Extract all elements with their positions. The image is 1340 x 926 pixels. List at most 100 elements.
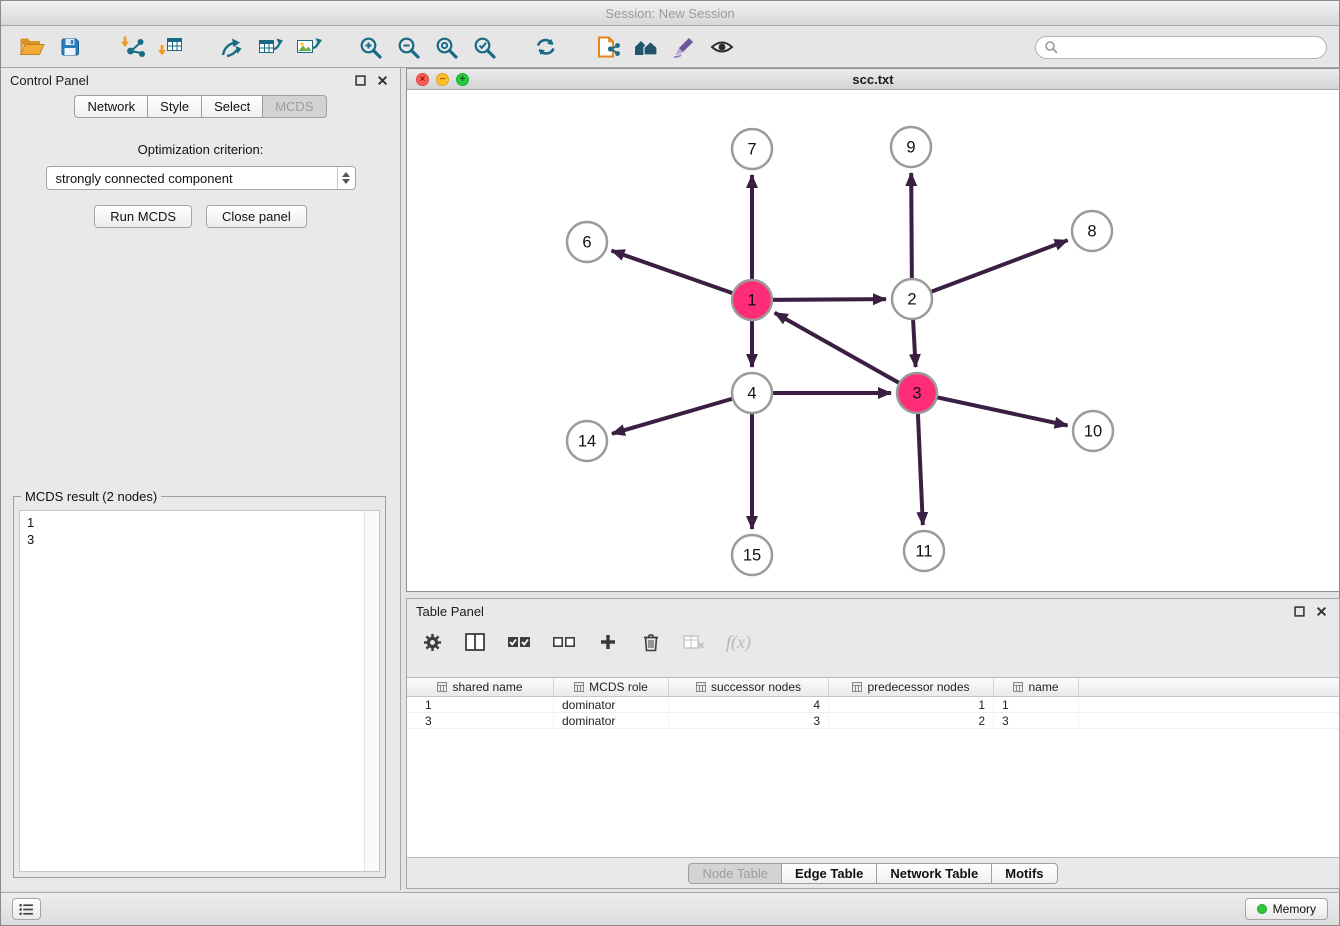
result-scrollbar[interactable] bbox=[364, 511, 379, 871]
network-graph[interactable]: 7 9 6 8 1 2 4 3 14 10 15 11 bbox=[407, 91, 1339, 591]
table-cell: 3 bbox=[407, 713, 554, 728]
node-table: shared nameMCDS rolesuccessor nodesprede… bbox=[407, 677, 1339, 858]
edge-3-10[interactable] bbox=[917, 393, 1068, 426]
float-icon bbox=[1294, 606, 1305, 617]
zoom-selected-button[interactable] bbox=[465, 31, 503, 63]
columns-icon bbox=[465, 633, 485, 651]
node-1[interactable]: 1 bbox=[732, 280, 772, 320]
tab-network-table[interactable]: Network Table bbox=[876, 863, 991, 884]
node-3[interactable]: 3 bbox=[897, 373, 937, 413]
open-folder-icon bbox=[19, 36, 45, 58]
network-canvas[interactable]: 7 9 6 8 1 2 4 3 14 10 15 11 bbox=[407, 91, 1339, 591]
column-grid-icon bbox=[852, 682, 862, 692]
table-close-panel-button[interactable] bbox=[1313, 603, 1330, 619]
column-grid-icon bbox=[696, 682, 706, 692]
delete-column-button[interactable] bbox=[640, 630, 662, 654]
show-hide-button[interactable] bbox=[703, 31, 741, 63]
mcds-result-lines: 13 bbox=[20, 511, 364, 871]
search-box[interactable] bbox=[1035, 36, 1327, 59]
node-15[interactable]: 15 bbox=[732, 535, 772, 575]
zoom-window-button[interactable]: + bbox=[456, 73, 469, 86]
network-window-titlebar[interactable]: × − + scc.txt bbox=[407, 69, 1339, 90]
column-header-shared-name[interactable]: shared name bbox=[407, 678, 554, 696]
export-group bbox=[213, 31, 327, 63]
save-icon bbox=[59, 36, 81, 58]
table-header-row: shared nameMCDS rolesuccessor nodesprede… bbox=[407, 678, 1339, 697]
clear-selection-button[interactable] bbox=[552, 630, 576, 654]
close-icon bbox=[1316, 606, 1327, 617]
tab-motifs[interactable]: Motifs bbox=[991, 863, 1057, 884]
delete-table-icon bbox=[683, 634, 705, 650]
search-input[interactable] bbox=[1063, 40, 1318, 55]
close-window-button[interactable]: × bbox=[416, 73, 429, 86]
edge-2-8[interactable] bbox=[912, 240, 1068, 299]
export-table-icon bbox=[257, 35, 284, 59]
import-table-button[interactable] bbox=[151, 31, 189, 63]
column-grid-icon bbox=[1013, 682, 1023, 692]
run-mcds-button[interactable]: Run MCDS bbox=[94, 205, 192, 228]
first-neighbors-button[interactable] bbox=[627, 31, 665, 63]
tab-edge-table[interactable]: Edge Table bbox=[781, 863, 876, 884]
column-header-successor-nodes[interactable]: successor nodes bbox=[669, 678, 829, 696]
criterion-value: strongly connected component bbox=[56, 171, 233, 186]
tab-mcds[interactable]: MCDS bbox=[262, 95, 326, 118]
export-document-button[interactable] bbox=[589, 31, 627, 63]
import-network-button[interactable] bbox=[113, 31, 151, 63]
zoom-fit-button[interactable] bbox=[427, 31, 465, 63]
show-columns-button[interactable] bbox=[464, 630, 486, 654]
svg-text:8: 8 bbox=[1087, 223, 1096, 241]
node-8[interactable]: 8 bbox=[1072, 211, 1112, 251]
annotations-button[interactable] bbox=[665, 31, 703, 63]
column-header-name[interactable]: name bbox=[994, 678, 1079, 696]
edge-1-6[interactable] bbox=[612, 251, 752, 300]
task-history-button[interactable] bbox=[12, 898, 41, 920]
svg-text:14: 14 bbox=[578, 433, 596, 451]
node-6[interactable]: 6 bbox=[567, 222, 607, 262]
network-window: × − + scc.txt 7 9 6 8 1 2 4 3 14 10 15 11 bbox=[406, 68, 1340, 592]
table-float-panel-button[interactable] bbox=[1291, 603, 1308, 619]
table-settings-button[interactable] bbox=[421, 630, 443, 654]
node-11[interactable]: 11 bbox=[904, 531, 944, 571]
zoom-out-button[interactable] bbox=[389, 31, 427, 63]
tab-style[interactable]: Style bbox=[147, 95, 201, 118]
close-panel-action-button[interactable]: Close panel bbox=[206, 205, 307, 228]
tab-node-table[interactable]: Node Table bbox=[688, 863, 781, 884]
function-builder-button[interactable]: f(x) bbox=[726, 630, 751, 654]
node-4[interactable]: 4 bbox=[732, 373, 772, 413]
memory-button[interactable]: Memory bbox=[1245, 898, 1328, 920]
tab-select[interactable]: Select bbox=[201, 95, 262, 118]
delete-table-button[interactable] bbox=[683, 630, 705, 654]
refresh-button[interactable] bbox=[527, 31, 565, 63]
criterion-dropdown[interactable]: strongly connected component bbox=[46, 166, 356, 190]
import-table-icon bbox=[157, 35, 184, 59]
tab-network[interactable]: Network bbox=[74, 95, 147, 118]
column-grid-icon bbox=[437, 682, 447, 692]
add-column-button[interactable] bbox=[597, 630, 619, 654]
node-10[interactable]: 10 bbox=[1073, 411, 1113, 451]
column-header-predecessor-nodes[interactable]: predecessor nodes bbox=[829, 678, 994, 696]
table-row[interactable]: 1dominator411 bbox=[407, 697, 1339, 713]
network-tools-button[interactable] bbox=[213, 31, 251, 63]
node-14[interactable]: 14 bbox=[567, 421, 607, 461]
export-table-button[interactable] bbox=[251, 31, 289, 63]
table-row[interactable]: 3dominator323 bbox=[407, 713, 1339, 729]
edge-4-14[interactable] bbox=[612, 393, 752, 434]
memory-status-icon bbox=[1257, 904, 1267, 914]
open-file-button[interactable] bbox=[13, 31, 51, 63]
zoom-in-button[interactable] bbox=[351, 31, 389, 63]
window-titlebar[interactable]: Session: New Session bbox=[1, 1, 1339, 26]
window-title: Session: New Session bbox=[605, 6, 734, 21]
export-image-button[interactable] bbox=[289, 31, 327, 63]
close-panel-button[interactable] bbox=[374, 72, 391, 88]
node-2[interactable]: 2 bbox=[892, 279, 932, 319]
control-panel-title: Control Panel bbox=[10, 73, 89, 88]
column-header-MCDS-role[interactable]: MCDS role bbox=[554, 678, 669, 696]
node-9[interactable]: 9 bbox=[891, 127, 931, 167]
float-panel-button[interactable] bbox=[352, 72, 369, 88]
edge-3-1[interactable] bbox=[775, 313, 917, 393]
node-7[interactable]: 7 bbox=[732, 129, 772, 169]
fx-icon: f(x) bbox=[726, 632, 751, 653]
select-all-button[interactable] bbox=[507, 630, 531, 654]
save-session-button[interactable] bbox=[51, 31, 89, 63]
minimize-window-button[interactable]: − bbox=[436, 73, 449, 86]
